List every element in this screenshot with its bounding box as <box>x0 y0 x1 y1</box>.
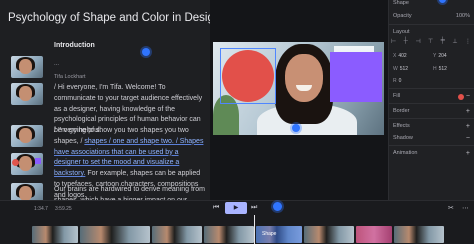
playhead-handle[interactable] <box>273 202 282 211</box>
height-field[interactable]: H 512 <box>433 66 447 72</box>
fill-label: Fill <box>393 93 401 99</box>
timeline-clip[interactable] <box>356 226 392 243</box>
timeline-options-icon[interactable]: ⋯ <box>462 204 469 212</box>
selection-box[interactable] <box>220 48 276 104</box>
transcript-panel: Psychology of Shape and Color in Design … <box>0 0 210 200</box>
document-title[interactable]: Psychology of Shape and Color in Design <box>8 12 210 24</box>
timeline-clip[interactable] <box>394 226 444 243</box>
timeline-clip[interactable] <box>204 226 254 243</box>
align-left-icon[interactable]: ⊢ <box>391 38 396 45</box>
total-duration: 3:59.25 <box>55 206 72 212</box>
align-right-icon[interactable]: ⊣ <box>415 38 420 45</box>
layout-label: Layout <box>393 29 410 35</box>
collaborator-cursor-icon <box>292 124 300 132</box>
remove-shadow-icon[interactable]: − <box>466 135 470 142</box>
scene-thumbnail[interactable] <box>11 125 43 147</box>
effects-label: Effects <box>393 123 410 129</box>
split-clip-icon[interactable]: ✂ <box>448 204 454 212</box>
ellipsis-text: ... <box>54 61 60 67</box>
width-field[interactable]: W 512 <box>393 66 408 72</box>
add-effect-icon[interactable]: + <box>466 123 470 130</box>
scene-thumbnail[interactable] <box>11 153 43 175</box>
skip-forward-icon[interactable]: ⏭ <box>251 204 257 212</box>
align-top-icon[interactable]: ⊤ <box>428 38 433 45</box>
distribute-icon[interactable]: ⋮ <box>465 38 471 45</box>
section-heading: Introduction <box>54 42 95 49</box>
add-border-icon[interactable]: + <box>466 108 470 115</box>
shape-label: Shape <box>393 0 409 6</box>
purple-square-shape[interactable] <box>330 52 382 102</box>
scene-thumbnail[interactable] <box>11 183 43 200</box>
add-animation-icon[interactable]: + <box>466 150 470 157</box>
align-bottom-icon[interactable]: ⊥ <box>452 38 457 45</box>
timeline-panel: 1:34.7 3:59.25 ⏮ ▶ ⏭ ✂ ⋯ Shape <box>0 200 474 244</box>
opacity-label: Opacity <box>393 13 412 19</box>
timeline-clip[interactable] <box>32 226 78 243</box>
scene-thumbnail[interactable] <box>11 56 43 78</box>
align-middle-icon[interactable]: ╪ <box>441 38 445 45</box>
remove-fill-icon[interactable]: − <box>466 93 470 100</box>
collaborator-cursor-icon <box>439 0 446 3</box>
x-field[interactable]: X 402 <box>393 53 407 59</box>
fill-color-swatch[interactable] <box>458 93 465 100</box>
clip-label: Shape <box>262 231 277 237</box>
border-label: Border <box>393 108 410 114</box>
timeline-clip-selected[interactable]: Shape <box>256 226 302 243</box>
current-time: 1:34.7 <box>34 206 48 212</box>
skip-back-icon[interactable]: ⏮ <box>213 204 219 212</box>
shadow-label[interactable]: Shadow <box>393 135 413 141</box>
timeline-clip[interactable] <box>304 226 354 243</box>
play-button[interactable]: ▶ <box>225 202 247 214</box>
inspector-panel: Shape Opacity 100% Layout ⊢ ┼ ⊣ ⊤ ╪ ⊥ ⋮ … <box>388 0 474 200</box>
timeline-clip[interactable] <box>152 226 202 243</box>
alignment-toolbar: ⊢ ┼ ⊣ ⊤ ╪ ⊥ ⋮ <box>391 38 471 45</box>
timeline-clip[interactable] <box>80 226 150 243</box>
transcript-paragraph[interactable]: Our brains are hardwired to derive meani… <box>54 185 206 200</box>
clip-track: Shape <box>0 226 474 243</box>
align-center-icon[interactable]: ┼ <box>404 38 408 45</box>
rotation-field[interactable]: R0 <box>393 78 401 84</box>
y-field[interactable]: Y 204 <box>433 53 447 59</box>
speaker-label[interactable]: Tifa Lockhart <box>54 74 86 80</box>
collaborator-cursor-icon <box>142 48 150 56</box>
opacity-value[interactable]: 100% <box>456 13 470 19</box>
animation-label: Animation <box>393 150 418 156</box>
scene-thumbnail[interactable] <box>11 83 43 105</box>
